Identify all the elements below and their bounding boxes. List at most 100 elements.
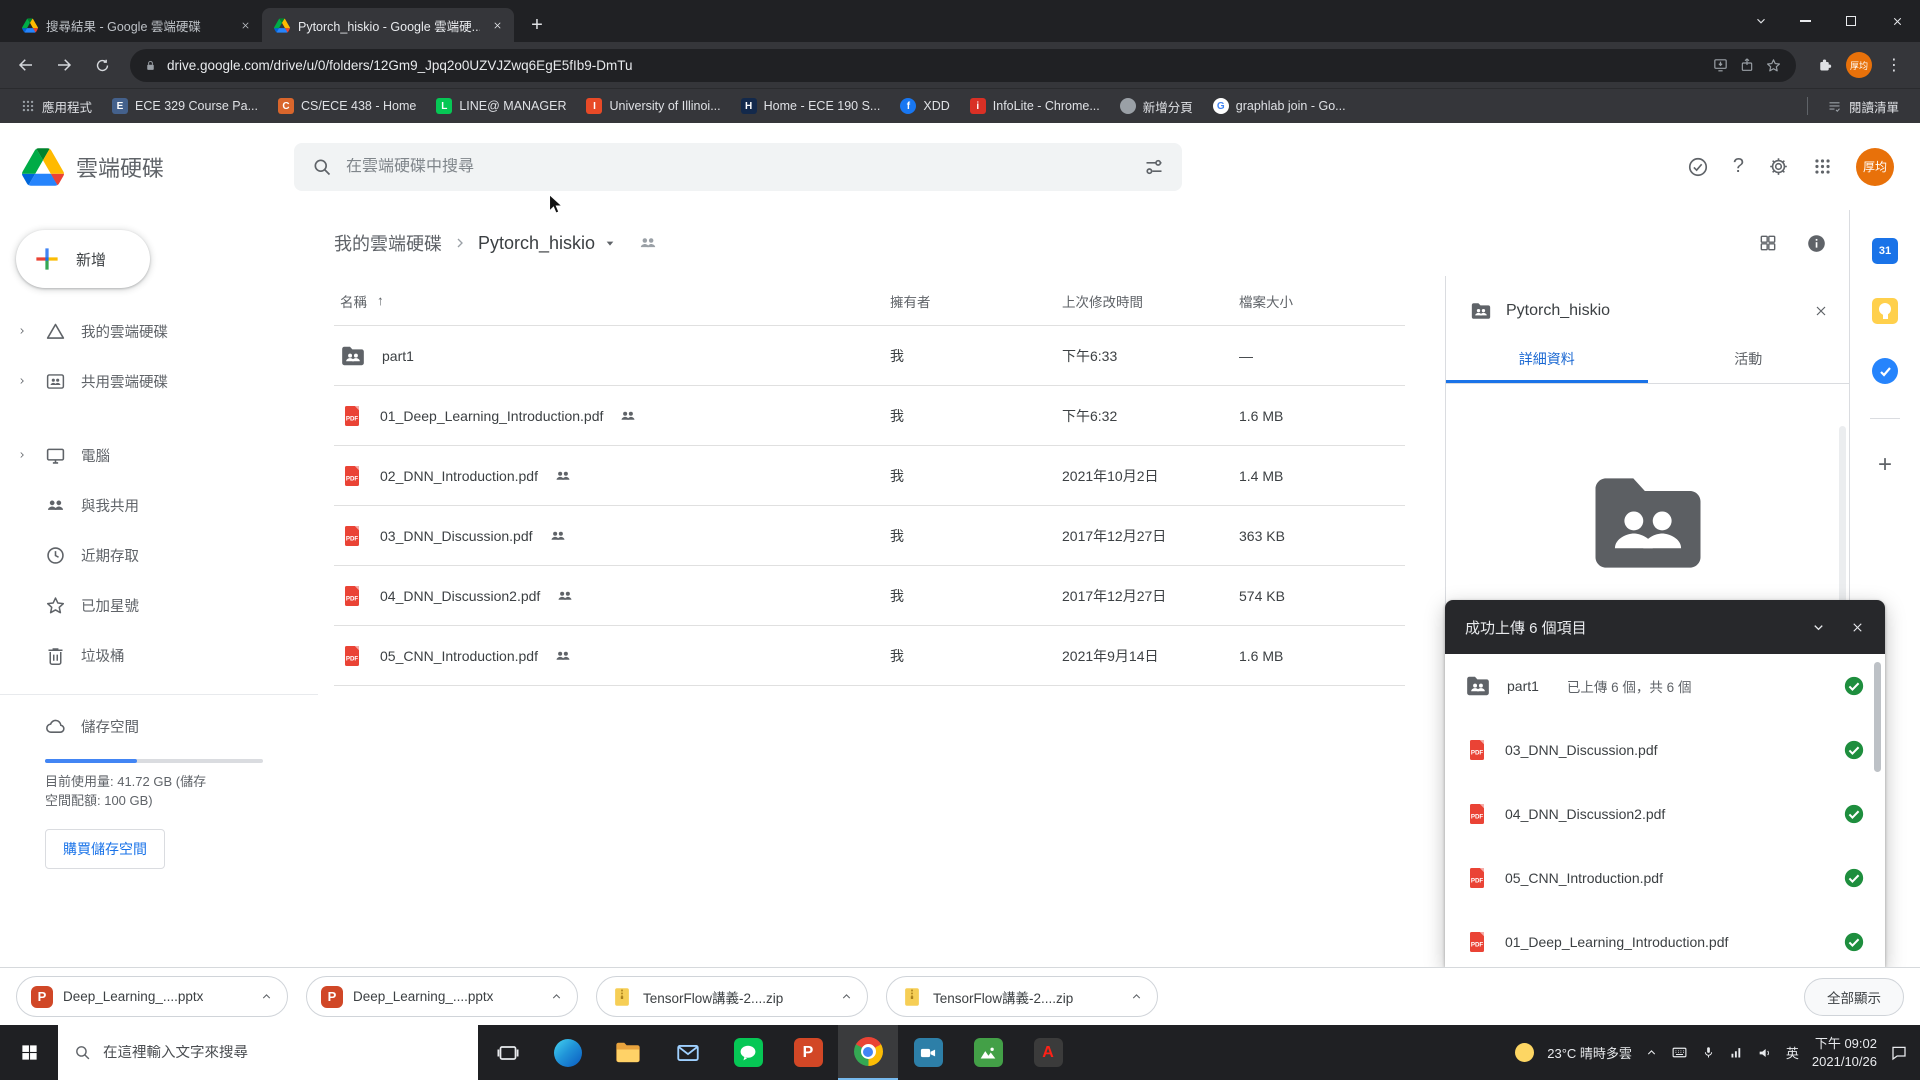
file-row-01-deep-learning[interactable]: 01_Deep_Learning_Introduction.pdf 我 下午6:…: [334, 386, 1405, 446]
browser-profile-avatar[interactable]: 厚均: [1846, 52, 1872, 78]
sidebar-item-storage[interactable]: 儲存空間: [0, 701, 318, 751]
tab-close-icon[interactable]: [236, 16, 254, 34]
column-header-modified[interactable]: 上次修改時間: [1062, 291, 1239, 311]
line-icon[interactable]: [718, 1025, 778, 1080]
window-close-button[interactable]: [1874, 0, 1920, 42]
expand-arrow-icon[interactable]: [14, 450, 30, 460]
new-tab-button[interactable]: +: [522, 10, 552, 40]
show-all-downloads-button[interactable]: 全部顯示: [1804, 977, 1904, 1016]
download-menu-chevron-icon[interactable]: [840, 990, 853, 1003]
mail-icon[interactable]: [658, 1025, 718, 1080]
calendar-icon[interactable]: 31: [1872, 238, 1898, 264]
new-button[interactable]: 新增: [16, 230, 150, 288]
sidebar-item-shared-with-me[interactable]: 與我共用: [0, 480, 318, 530]
url-text[interactable]: drive.google.com/drive/u/0/folders/12Gm9…: [167, 58, 1702, 73]
download-item-zip-2[interactable]: TensorFlow講義-2....zip: [886, 976, 1158, 1017]
bookmark-newtab[interactable]: 新增分頁: [1111, 93, 1202, 120]
network-icon[interactable]: [1729, 1045, 1744, 1060]
expand-arrow-icon[interactable]: [14, 326, 30, 336]
touch-keyboard-icon[interactable]: [1671, 1044, 1688, 1061]
sidebar-item-recent[interactable]: 近期存取: [0, 530, 318, 580]
download-item-pptx-2[interactable]: P Deep_Learning_....pptx: [306, 976, 578, 1017]
toast-item-05-cnn-introduction[interactable]: 05_CNN_Introduction.pdf: [1445, 846, 1885, 910]
toast-collapse-icon[interactable]: [1811, 620, 1826, 635]
file-row-04-dnn-discussion2[interactable]: 04_DNN_Discussion2.pdf 我 2017年12月27日 574…: [334, 566, 1405, 626]
google-apps-grid-icon[interactable]: [1813, 157, 1832, 176]
sidebar-item-computers[interactable]: 電腦: [0, 430, 318, 480]
toast-close-icon[interactable]: [1850, 620, 1865, 635]
reload-button[interactable]: [86, 49, 118, 81]
tasks-icon[interactable]: [1872, 358, 1898, 384]
drive-logo[interactable]: 雲端硬碟: [22, 148, 294, 186]
details-info-icon[interactable]: [1806, 233, 1827, 254]
breadcrumb-current-folder[interactable]: Pytorch_hiskio: [478, 233, 618, 254]
column-header-owner[interactable]: 擁有者: [890, 291, 1062, 311]
hidden-icons-chevron-icon[interactable]: [1645, 1046, 1658, 1059]
tab-close-icon[interactable]: [488, 16, 506, 34]
download-menu-chevron-icon[interactable]: [1130, 990, 1143, 1003]
input-language-indicator[interactable]: 英: [1786, 1043, 1799, 1062]
edge-icon[interactable]: [538, 1025, 598, 1080]
bookmark-ece190[interactable]: H Home - ECE 190 S...: [732, 94, 890, 118]
chrome-icon[interactable]: [838, 1025, 898, 1080]
tab-details[interactable]: 詳細資料: [1446, 336, 1648, 383]
back-button[interactable]: [10, 49, 42, 81]
start-button[interactable]: [0, 1025, 58, 1080]
window-maximize-button[interactable]: [1828, 0, 1874, 42]
drive-search-bar[interactable]: [294, 142, 1182, 191]
forward-button[interactable]: [48, 49, 80, 81]
photos-app-icon[interactable]: [958, 1025, 1018, 1080]
offline-ready-icon[interactable]: [1687, 156, 1709, 178]
download-item-zip-1[interactable]: TensorFlow講義-2....zip: [596, 976, 868, 1017]
bookmark-xdd[interactable]: f XDD: [891, 94, 958, 118]
toast-item-04-dnn-discussion2[interactable]: 04_DNN_Discussion2.pdf: [1445, 782, 1885, 846]
search-icon[interactable]: [312, 157, 332, 177]
expand-arrow-icon[interactable]: [14, 376, 30, 386]
settings-gear-icon[interactable]: [1768, 156, 1789, 177]
folder-dropdown-caret-icon[interactable]: [602, 235, 618, 251]
sidebar-item-trash[interactable]: 垃圾桶: [0, 630, 318, 680]
action-center-icon[interactable]: [1890, 1044, 1908, 1062]
toast-item-03-dnn-discussion[interactable]: 03_DNN_Discussion.pdf: [1445, 718, 1885, 782]
grid-view-toggle-icon[interactable]: [1758, 233, 1778, 253]
window-minimize-button[interactable]: [1782, 0, 1828, 42]
sidebar-item-starred[interactable]: 已加星號: [0, 580, 318, 630]
sidebar-item-my-drive[interactable]: 我的雲端硬碟: [0, 306, 318, 356]
bookmark-graphlab[interactable]: Ggraphlab join - Go...: [1204, 94, 1355, 118]
bookmark-csece438[interactable]: C CS/ECE 438 - Home: [269, 94, 425, 118]
browser-menu-icon[interactable]: ⋮: [1878, 49, 1910, 81]
weather-text[interactable]: 23°C 晴時多雲: [1547, 1043, 1632, 1062]
toast-scrollbar[interactable]: [1874, 662, 1881, 772]
taskbar-clock[interactable]: 下午 09:02 2021/10/26: [1812, 1035, 1877, 1070]
file-row-part1[interactable]: part1 我 下午6:33 —: [334, 326, 1405, 386]
breadcrumb-my-drive[interactable]: 我的雲端硬碟: [334, 230, 442, 256]
browser-tab-pytorch-hiskio[interactable]: Pytorch_hiskio - Google 雲端硬...: [262, 8, 514, 42]
tab-activity[interactable]: 活動: [1648, 336, 1850, 383]
file-row-05-cnn-introduction[interactable]: 05_CNN_Introduction.pdf 我 2021年9月14日 1.6…: [334, 626, 1405, 686]
task-view-button[interactable]: [478, 1025, 538, 1080]
browser-tab-search-results[interactable]: 搜尋結果 - Google 雲端硬碟: [10, 8, 262, 42]
column-header-name[interactable]: 名稱: [340, 291, 367, 311]
install-app-icon[interactable]: [1712, 57, 1729, 74]
microphone-icon[interactable]: [1701, 1045, 1716, 1060]
file-explorer-icon[interactable]: [598, 1025, 658, 1080]
bookmark-apps[interactable]: 應用程式: [12, 93, 101, 120]
screen-recorder-icon[interactable]: [898, 1025, 958, 1080]
search-options-icon[interactable]: [1144, 157, 1164, 177]
sidebar-item-shared-drives[interactable]: 共用雲端硬碟: [0, 356, 318, 406]
taskbar-search-box[interactable]: [58, 1025, 478, 1080]
taskbar-search-input[interactable]: [103, 1044, 462, 1061]
address-bar[interactable]: drive.google.com/drive/u/0/folders/12Gm9…: [130, 48, 1796, 82]
help-icon[interactable]: ?: [1733, 155, 1744, 178]
download-menu-chevron-icon[interactable]: [550, 990, 563, 1003]
bookmark-star-icon[interactable]: [1765, 57, 1782, 74]
powerpoint-icon[interactable]: P: [778, 1025, 838, 1080]
bookmark-uiuc[interactable]: I University of Illinoi...: [577, 94, 729, 118]
file-row-03-dnn-discussion[interactable]: 03_DNN_Discussion.pdf 我 2017年12月27日 363 …: [334, 506, 1405, 566]
download-item-pptx-1[interactable]: P Deep_Learning_....pptx: [16, 976, 288, 1017]
column-header-size[interactable]: 檔案大小: [1239, 291, 1405, 311]
bookmark-ece329[interactable]: E ECE 329 Course Pa...: [103, 94, 267, 118]
bookmark-infolite[interactable]: i InfoLite - Chrome...: [961, 94, 1109, 118]
get-addons-plus-icon[interactable]: +: [1878, 453, 1892, 477]
buy-storage-button[interactable]: 購買儲存空間: [45, 828, 165, 869]
